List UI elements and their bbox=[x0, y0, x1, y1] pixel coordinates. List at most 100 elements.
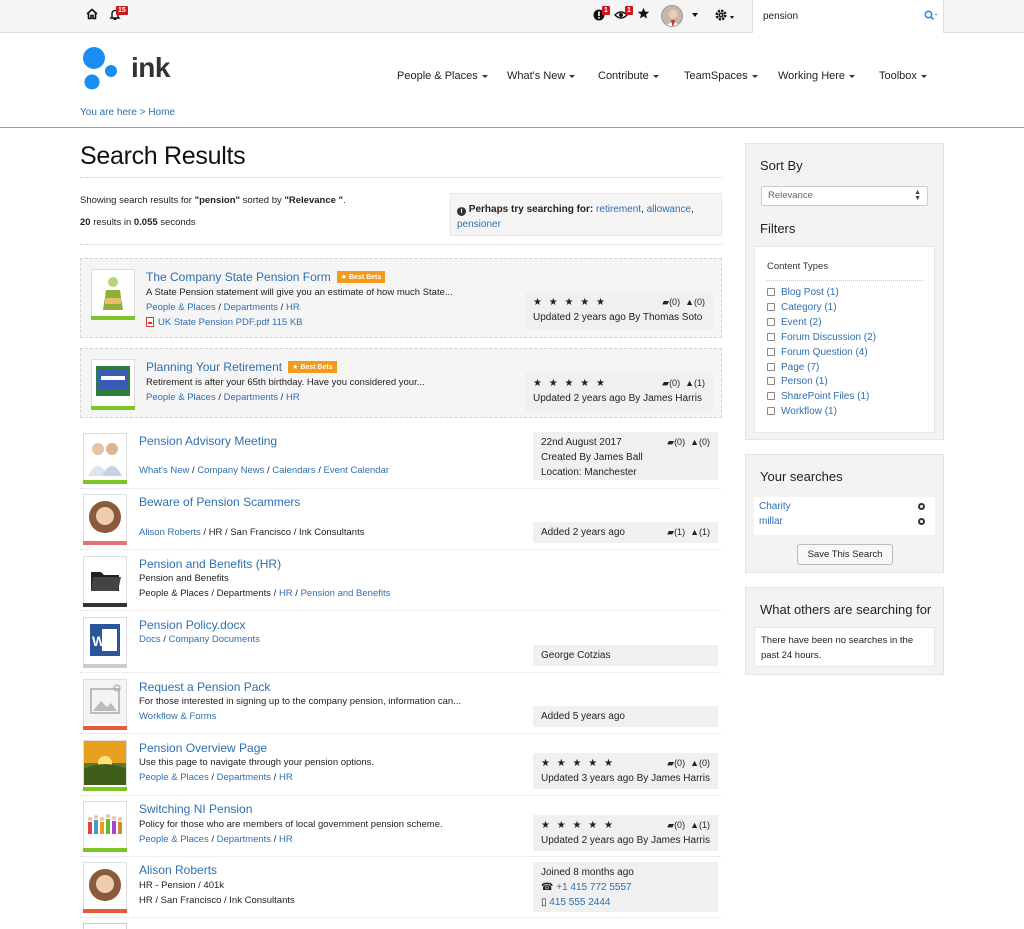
result-thumbnail[interactable] bbox=[83, 556, 127, 607]
others-searching-text: There have been no searches in the past … bbox=[754, 627, 935, 667]
result-thumbnail bbox=[83, 923, 127, 929]
home-icon[interactable] bbox=[86, 8, 98, 24]
filter-blog-post[interactable]: Blog Post (1) bbox=[767, 287, 839, 298]
nav-teamspaces[interactable]: TeamSpaces bbox=[684, 70, 758, 82]
rating-stars[interactable]: ★ ★ ★ ★ ★ bbox=[541, 820, 615, 831]
chevron-down-icon bbox=[751, 74, 758, 78]
checkbox[interactable] bbox=[767, 288, 775, 296]
phone-link[interactable]: +1 415 772 5557 bbox=[556, 882, 631, 893]
checkbox[interactable] bbox=[767, 318, 775, 326]
result-thumbnail[interactable]: W bbox=[83, 617, 127, 668]
filter-category[interactable]: Category (1) bbox=[767, 302, 837, 313]
nav-people-places[interactable]: People & Places bbox=[397, 70, 488, 82]
checkbox[interactable] bbox=[767, 407, 775, 415]
nav-whats-new[interactable]: What's New bbox=[507, 70, 576, 82]
nav-toolbox[interactable]: Toolbox bbox=[879, 70, 927, 82]
result-thumbnail[interactable] bbox=[83, 679, 127, 730]
remove-search-icon[interactable] bbox=[918, 503, 925, 510]
breadcrumb-home-link[interactable]: Home bbox=[148, 107, 175, 118]
result-title-link[interactable]: Pension Advisory Meeting bbox=[139, 434, 277, 448]
result-path: Alison Roberts / HR / San Francisco / In… bbox=[139, 527, 365, 538]
checkbox[interactable] bbox=[767, 363, 775, 371]
filter-workflow[interactable]: Workflow (1) bbox=[767, 406, 837, 417]
user-menu-chevron-down-icon[interactable] bbox=[692, 13, 698, 17]
result-path: People & Places / Departments / HR bbox=[139, 772, 293, 783]
result-thumbnail[interactable] bbox=[91, 359, 135, 410]
top-bar: 15 1 1 bbox=[0, 0, 1024, 33]
rating-stars[interactable]: ★ ★ ★ ★ ★ bbox=[533, 297, 607, 308]
filters-box: Content Types Blog Post (1) Category (1)… bbox=[754, 246, 935, 433]
sort-by-select[interactable]: Relevance ▲ ▼ bbox=[761, 186, 928, 206]
nav-label: TeamSpaces bbox=[684, 70, 748, 82]
filter-forum-discussion[interactable]: Forum Discussion (2) bbox=[767, 332, 876, 343]
nav-contribute[interactable]: Contribute bbox=[598, 70, 659, 82]
chevron-down-icon bbox=[569, 74, 576, 78]
result-thumbnail[interactable] bbox=[83, 494, 127, 545]
checkbox[interactable] bbox=[767, 377, 775, 385]
like-thumb-icon[interactable]: ▲ bbox=[685, 378, 694, 388]
settings-chevron-down-icon[interactable] bbox=[730, 16, 734, 19]
watch-count-badge: 1 bbox=[625, 6, 633, 15]
favourites-star-icon[interactable] bbox=[637, 7, 650, 24]
like-thumb-icon[interactable]: ▲ bbox=[690, 758, 699, 768]
nav-label: Contribute bbox=[598, 70, 649, 82]
status-bar bbox=[83, 664, 127, 668]
logo-text[interactable]: ink bbox=[131, 52, 170, 84]
mobile-link[interactable]: 415 555 2444 bbox=[549, 897, 610, 908]
result-title-link[interactable]: Pension Policy.docx bbox=[139, 618, 246, 632]
filter-person[interactable]: Person (1) bbox=[767, 376, 828, 387]
remove-search-icon[interactable] bbox=[918, 518, 925, 525]
result-thumbnail[interactable] bbox=[91, 269, 135, 320]
attachment-link[interactable]: UK State Pension PDF.pdf 115 KB bbox=[146, 317, 303, 328]
result-meta: ★ ★ ★ ★ ★ ▰(0) ▲(0) Updated 3 years ago … bbox=[533, 753, 718, 789]
result-thumbnail[interactable] bbox=[83, 801, 127, 852]
saved-search-link[interactable]: millar bbox=[759, 516, 783, 527]
suggest-link-allowance[interactable]: allowance bbox=[647, 204, 691, 215]
nav-label: Working Here bbox=[778, 70, 846, 82]
filter-event[interactable]: Event (2) bbox=[767, 317, 822, 328]
result-thumbnail[interactable] bbox=[83, 740, 127, 791]
result-title-link[interactable]: Beware of Pension Scammers bbox=[139, 495, 300, 509]
save-search-button[interactable]: Save This Search bbox=[797, 544, 893, 565]
result-summary: For those interested in signing up to th… bbox=[139, 696, 462, 707]
chevron-down-icon bbox=[652, 74, 659, 78]
search-input[interactable] bbox=[763, 11, 913, 22]
result-title-link[interactable]: Request a Pension Pack bbox=[139, 680, 270, 694]
rating-stars[interactable]: ★ ★ ★ ★ ★ bbox=[541, 758, 615, 769]
saved-search-link[interactable]: Charity bbox=[759, 501, 791, 512]
filter-forum-question[interactable]: Forum Question (4) bbox=[767, 347, 868, 358]
result-title-link[interactable]: Pension Overview Page bbox=[139, 741, 267, 755]
suggest-link-retirement[interactable]: retirement bbox=[596, 204, 641, 215]
like-thumb-icon[interactable]: ▲ bbox=[690, 437, 699, 447]
like-thumb-icon[interactable]: ▲ bbox=[685, 297, 694, 307]
checkbox[interactable] bbox=[767, 348, 775, 356]
nav-working-here[interactable]: Working Here bbox=[778, 70, 856, 82]
row-divider bbox=[80, 856, 722, 857]
result-thumbnail[interactable] bbox=[83, 433, 127, 484]
result-title-link[interactable]: Planning Your Retirement ★ Best Bets bbox=[146, 360, 337, 374]
select-arrows-icon: ▲ ▼ bbox=[914, 189, 921, 202]
user-avatar[interactable] bbox=[661, 5, 683, 27]
settings-gear-icon[interactable] bbox=[714, 8, 728, 26]
like-thumb-icon[interactable]: ▲ bbox=[690, 527, 699, 537]
result-title-link[interactable]: Pension and Benefits (HR) bbox=[139, 557, 281, 571]
ink-logo-icon[interactable] bbox=[80, 45, 126, 94]
search-icon[interactable] bbox=[924, 10, 938, 25]
result-path: Workflow & Forms bbox=[139, 711, 217, 722]
result-path: What's New / Company News / Calendars / … bbox=[139, 465, 390, 476]
result-thumbnail[interactable] bbox=[83, 862, 127, 913]
like-thumb-icon[interactable]: ▲ bbox=[690, 820, 699, 830]
others-searching-heading: What others are searching for bbox=[760, 602, 932, 617]
checkbox[interactable] bbox=[767, 392, 775, 400]
result-meta: Added 5 years ago bbox=[533, 706, 718, 727]
result-title-link[interactable]: Alison Roberts bbox=[139, 863, 217, 877]
checkbox[interactable] bbox=[767, 333, 775, 341]
checkbox[interactable] bbox=[767, 303, 775, 311]
suggest-link-pensioner[interactable]: pensioner bbox=[457, 219, 501, 230]
nav-label: What's New bbox=[507, 70, 566, 82]
result-title-link[interactable]: The Company State Pension Form ★ Best Bet… bbox=[146, 270, 386, 284]
rating-stars[interactable]: ★ ★ ★ ★ ★ bbox=[533, 378, 607, 389]
filter-sharepoint-files[interactable]: SharePoint Files (1) bbox=[767, 391, 869, 402]
filter-page[interactable]: Page (7) bbox=[767, 362, 819, 373]
result-title-link[interactable]: Switching NI Pension bbox=[139, 802, 252, 816]
